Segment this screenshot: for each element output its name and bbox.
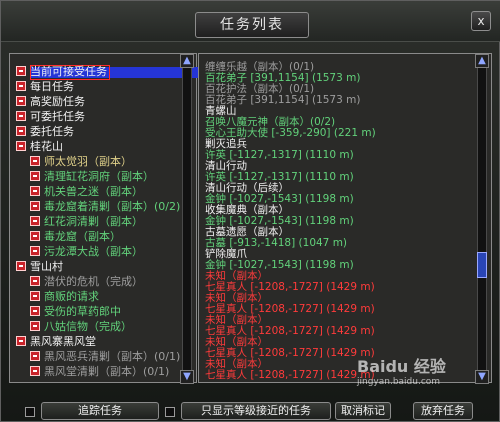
- expand-toggle-icon[interactable]: [30, 366, 40, 376]
- left-list-label: 潜伏的危机（完成）: [44, 275, 143, 288]
- left-list-label: 商贩的请求: [44, 290, 99, 303]
- left-scroll-track[interactable]: [182, 62, 192, 374]
- left-list-item[interactable]: 机关兽之迷（副本）: [10, 184, 180, 199]
- left-list-label: 污龙潭大战（副本）: [44, 245, 143, 258]
- left-list-item[interactable]: 受伤的草药郎中: [10, 304, 180, 319]
- left-list-label: 八姑信物（完成）: [44, 320, 132, 333]
- window-title: 任务列表: [195, 12, 309, 38]
- close-button[interactable]: x: [471, 11, 491, 31]
- expand-toggle-icon[interactable]: [30, 171, 40, 181]
- track-task-button[interactable]: 追踪任务: [41, 402, 159, 420]
- task-detail-list: 缠缠乐越（副本）(0/1) 百花弟子 [391,1154] (1573 m) 百花护…: [199, 54, 491, 382]
- expand-toggle-icon[interactable]: [30, 351, 40, 361]
- left-list-label: 桂花山: [30, 140, 63, 153]
- show-nearby-checkbox[interactable]: [165, 407, 175, 417]
- left-list-item[interactable]: 雪山村: [10, 259, 180, 274]
- left-list-label: 黑风寨黑风堂: [30, 335, 96, 348]
- expand-toggle-icon[interactable]: [30, 156, 40, 166]
- watermark-url: jingyan.baidu.com: [357, 377, 441, 387]
- left-list-item[interactable]: 红花洞清剿（副本）: [10, 214, 180, 229]
- left-list-item[interactable]: 潜伏的危机（完成）: [10, 274, 180, 289]
- task-window: 任务列表 x 当前可接受任务 每日任务高奖励任务可委托任务委托任务桂花山师太觉羽（…: [0, 0, 500, 422]
- left-list-item[interactable]: 黑风恶兵清剿（副本）(0/1): [10, 349, 180, 364]
- expand-toggle-icon[interactable]: [16, 141, 26, 151]
- left-list-label: 每日任务: [30, 80, 74, 93]
- left-list-item[interactable]: 黑风寨黑风堂: [10, 334, 180, 349]
- expand-toggle-icon[interactable]: [30, 291, 40, 301]
- left-list-item[interactable]: 高奖励任务: [10, 94, 180, 109]
- right-scroll-up-icon[interactable]: ▲: [475, 54, 489, 68]
- expand-toggle-icon[interactable]: [16, 81, 26, 91]
- left-list-label: 受伤的草药郎中: [44, 305, 121, 318]
- expand-toggle-icon[interactable]: [30, 231, 40, 241]
- expand-toggle-icon[interactable]: [30, 321, 40, 331]
- expand-toggle-icon[interactable]: [30, 216, 40, 226]
- left-list-item[interactable]: 污龙潭大战（副本）: [10, 244, 180, 259]
- task-category-panel: 当前可接受任务 每日任务高奖励任务可委托任务委托任务桂花山师太觉羽（副本） 清理缸花…: [9, 53, 198, 384]
- right-scroll-thumb[interactable]: [477, 252, 487, 278]
- left-list-item[interactable]: 清理缸花洞府（副本）: [10, 169, 180, 184]
- left-list-item[interactable]: 桂花山: [10, 139, 180, 154]
- expand-toggle-icon[interactable]: [30, 201, 40, 211]
- left-scroll-up-icon[interactable]: ▲: [180, 54, 194, 68]
- left-scroll-down-icon[interactable]: ▼: [180, 370, 194, 384]
- left-list-label: 师太觉羽（副本）: [44, 155, 132, 168]
- expand-toggle-icon[interactable]: [16, 261, 26, 271]
- left-list-label: 雪山村: [30, 260, 63, 273]
- title-bar: 任务列表 x: [1, 1, 500, 42]
- left-list-item[interactable]: 八姑信物（完成）: [10, 319, 180, 334]
- left-list-item[interactable]: 毒龙窟（副本）: [10, 229, 180, 244]
- left-list-item[interactable]: 当前可接受任务: [10, 64, 180, 79]
- left-list-item[interactable]: 每日任务: [10, 79, 180, 94]
- left-list-label: 黑风堂清剿（副本）(0/1): [44, 365, 170, 378]
- track-task-checkbox[interactable]: [25, 407, 35, 417]
- left-list-item[interactable]: 师太觉羽（副本）: [10, 154, 180, 169]
- left-list-item[interactable]: 委托任务: [10, 124, 180, 139]
- expand-toggle-icon[interactable]: [30, 306, 40, 316]
- right-scroll-track[interactable]: [477, 62, 487, 374]
- left-list-label: 委托任务: [30, 125, 74, 138]
- task-detail-text: 七星真人 [-1208,-1727] (1429 m): [205, 369, 375, 381]
- watermark-brand: Baidu 经验: [357, 357, 446, 376]
- left-list-label: 红花洞清剿（副本）: [44, 215, 143, 228]
- left-list-item[interactable]: 黑风堂清剿（副本）(0/1): [10, 364, 180, 379]
- expand-toggle-icon[interactable]: [16, 111, 26, 121]
- left-list-label: 毒龙窟着清剿（副本）(0/2): [44, 200, 181, 213]
- expand-toggle-icon[interactable]: [30, 246, 40, 256]
- left-list-label: 高奖励任务: [30, 95, 85, 108]
- left-list-item[interactable]: 商贩的请求: [10, 289, 180, 304]
- left-list-label: 黑风恶兵清剿（副本）(0/1): [44, 350, 181, 363]
- left-list-item[interactable]: 毒龙窟着清剿（副本）(0/2): [10, 199, 180, 214]
- task-detail-panel: 缠缠乐越（副本）(0/1) 百花弟子 [391,1154] (1573 m) 百花护…: [198, 53, 492, 384]
- expand-toggle-icon[interactable]: [30, 186, 40, 196]
- show-nearby-button[interactable]: 只显示等级接近的任务: [181, 402, 331, 420]
- left-list-label: 当前可接受任务: [30, 65, 107, 78]
- category-list: 当前可接受任务 每日任务高奖励任务可委托任务委托任务桂花山师太觉羽（副本） 清理缸花…: [10, 54, 196, 382]
- expand-toggle-icon[interactable]: [30, 276, 40, 286]
- left-list-label: 机关兽之迷（副本）: [44, 185, 143, 198]
- left-list-label: 毒龙窟（副本）: [44, 230, 121, 243]
- left-list-label: 清理缸花洞府（副本）: [44, 170, 154, 183]
- watermark: Baidu 经验 jingyan.baidu.com: [357, 353, 497, 409]
- left-list-label: 可委托任务: [30, 110, 85, 123]
- expand-toggle-icon[interactable]: [16, 96, 26, 106]
- left-list-item[interactable]: 可委托任务: [10, 109, 180, 124]
- expand-toggle-icon[interactable]: [16, 126, 26, 136]
- expand-toggle-icon[interactable]: [16, 336, 26, 346]
- expand-toggle-icon[interactable]: [16, 66, 26, 76]
